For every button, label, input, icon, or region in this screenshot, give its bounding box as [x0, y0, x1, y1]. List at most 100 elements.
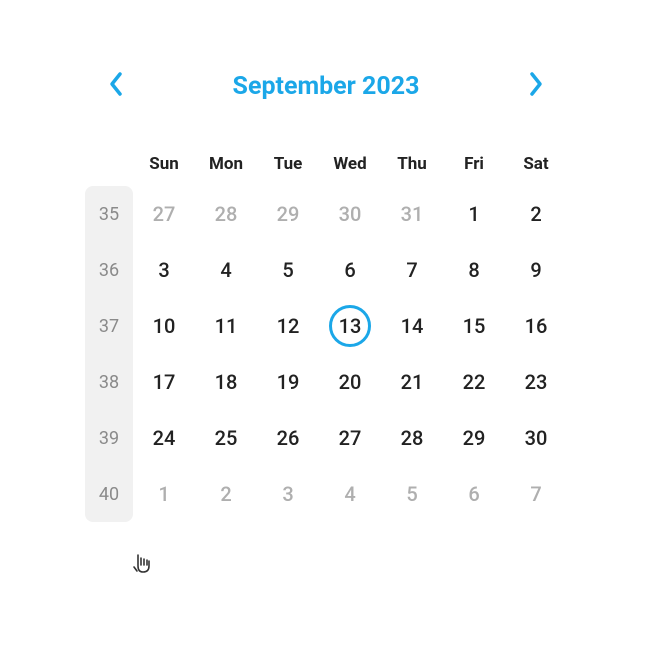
- day-cell[interactable]: 28: [381, 410, 443, 466]
- day-cell[interactable]: 21: [381, 354, 443, 410]
- day-cell[interactable]: 9: [505, 242, 567, 298]
- week-number: 35: [85, 186, 133, 242]
- day-cell[interactable]: 7: [381, 242, 443, 298]
- day-number: 22: [463, 370, 486, 394]
- day-number: 19: [277, 370, 300, 394]
- week-number: 40: [85, 466, 133, 522]
- day-number: 5: [282, 258, 293, 282]
- calendar-grid: SunMonTueWedThuFriSat3527282930311236345…: [80, 142, 572, 522]
- day-cell[interactable]: 3: [257, 466, 319, 522]
- week-number: 38: [85, 354, 133, 410]
- day-number: 3: [282, 482, 293, 506]
- day-cell[interactable]: 4: [319, 466, 381, 522]
- day-cell[interactable]: 3: [133, 242, 195, 298]
- day-number: 26: [277, 426, 300, 450]
- day-cell[interactable]: 13: [319, 298, 381, 354]
- day-number: 30: [339, 202, 362, 226]
- week-number: 36: [85, 242, 133, 298]
- day-number: 7: [406, 258, 417, 282]
- month-year-title[interactable]: September 2023: [233, 72, 420, 101]
- day-cell[interactable]: 4: [195, 242, 257, 298]
- day-number: 27: [153, 202, 176, 226]
- day-number: 25: [215, 426, 238, 450]
- day-cell[interactable]: 29: [257, 186, 319, 242]
- day-number: 11: [215, 314, 238, 338]
- day-cell[interactable]: 23: [505, 354, 567, 410]
- day-number: 21: [401, 370, 424, 394]
- day-number: 2: [220, 482, 231, 506]
- day-number: 9: [530, 258, 541, 282]
- day-cell[interactable]: 2: [505, 186, 567, 242]
- day-number: 28: [215, 202, 238, 226]
- day-cell[interactable]: 2: [195, 466, 257, 522]
- day-number: 3: [158, 258, 169, 282]
- day-number: 2: [530, 202, 541, 226]
- day-cell[interactable]: 5: [257, 242, 319, 298]
- day-cell[interactable]: 14: [381, 298, 443, 354]
- chevron-right-icon: [528, 71, 544, 101]
- day-cell[interactable]: 17: [133, 354, 195, 410]
- day-number: 4: [344, 482, 355, 506]
- day-cell[interactable]: 16: [505, 298, 567, 354]
- day-cell[interactable]: 15: [443, 298, 505, 354]
- day-cell[interactable]: 29: [443, 410, 505, 466]
- day-cell[interactable]: 11: [195, 298, 257, 354]
- day-number: 28: [401, 426, 424, 450]
- day-number: 6: [468, 482, 479, 506]
- day-cell[interactable]: 7: [505, 466, 567, 522]
- day-of-week-header: Tue: [257, 142, 319, 186]
- day-number: 1: [468, 202, 479, 226]
- day-number: 31: [401, 202, 424, 226]
- day-cell[interactable]: 27: [133, 186, 195, 242]
- day-number: 17: [153, 370, 176, 394]
- day-of-week-header: Sat: [505, 142, 567, 186]
- prev-month-button[interactable]: [100, 70, 132, 102]
- day-cell[interactable]: 27: [319, 410, 381, 466]
- day-cell[interactable]: 8: [443, 242, 505, 298]
- day-of-week-header: Wed: [319, 142, 381, 186]
- day-number: 15: [463, 314, 486, 338]
- day-cell[interactable]: 5: [381, 466, 443, 522]
- day-number: 8: [468, 258, 479, 282]
- grid-corner: [85, 142, 133, 186]
- day-number: 12: [277, 314, 300, 338]
- mouse-cursor-icon: [130, 552, 156, 586]
- day-cell[interactable]: 24: [133, 410, 195, 466]
- day-number: 29: [463, 426, 486, 450]
- day-cell[interactable]: 31: [381, 186, 443, 242]
- day-cell[interactable]: 6: [443, 466, 505, 522]
- calendar-header: September 2023: [80, 70, 572, 142]
- day-cell[interactable]: 19: [257, 354, 319, 410]
- day-of-week-header: Thu: [381, 142, 443, 186]
- week-number: 39: [85, 410, 133, 466]
- today-indicator: [329, 305, 371, 347]
- day-cell[interactable]: 1: [133, 466, 195, 522]
- day-number: 1: [158, 482, 169, 506]
- day-cell[interactable]: 10: [133, 298, 195, 354]
- day-cell[interactable]: 28: [195, 186, 257, 242]
- day-of-week-header: Sun: [133, 142, 195, 186]
- day-cell[interactable]: 26: [257, 410, 319, 466]
- day-cell[interactable]: 6: [319, 242, 381, 298]
- day-cell[interactable]: 18: [195, 354, 257, 410]
- day-of-week-header: Mon: [195, 142, 257, 186]
- day-number: 27: [339, 426, 362, 450]
- day-cell[interactable]: 30: [505, 410, 567, 466]
- day-cell[interactable]: 22: [443, 354, 505, 410]
- day-number: 7: [530, 482, 541, 506]
- day-cell[interactable]: 12: [257, 298, 319, 354]
- day-cell[interactable]: 25: [195, 410, 257, 466]
- day-number: 18: [215, 370, 238, 394]
- day-number: 29: [277, 202, 300, 226]
- day-number: 5: [406, 482, 417, 506]
- day-cell[interactable]: 1: [443, 186, 505, 242]
- day-number: 14: [401, 314, 424, 338]
- day-number: 24: [153, 426, 176, 450]
- day-number: 16: [525, 314, 548, 338]
- day-cell[interactable]: 20: [319, 354, 381, 410]
- day-number: 4: [220, 258, 231, 282]
- day-cell[interactable]: 30: [319, 186, 381, 242]
- next-month-button[interactable]: [520, 70, 552, 102]
- day-of-week-header: Fri: [443, 142, 505, 186]
- week-number: 37: [85, 298, 133, 354]
